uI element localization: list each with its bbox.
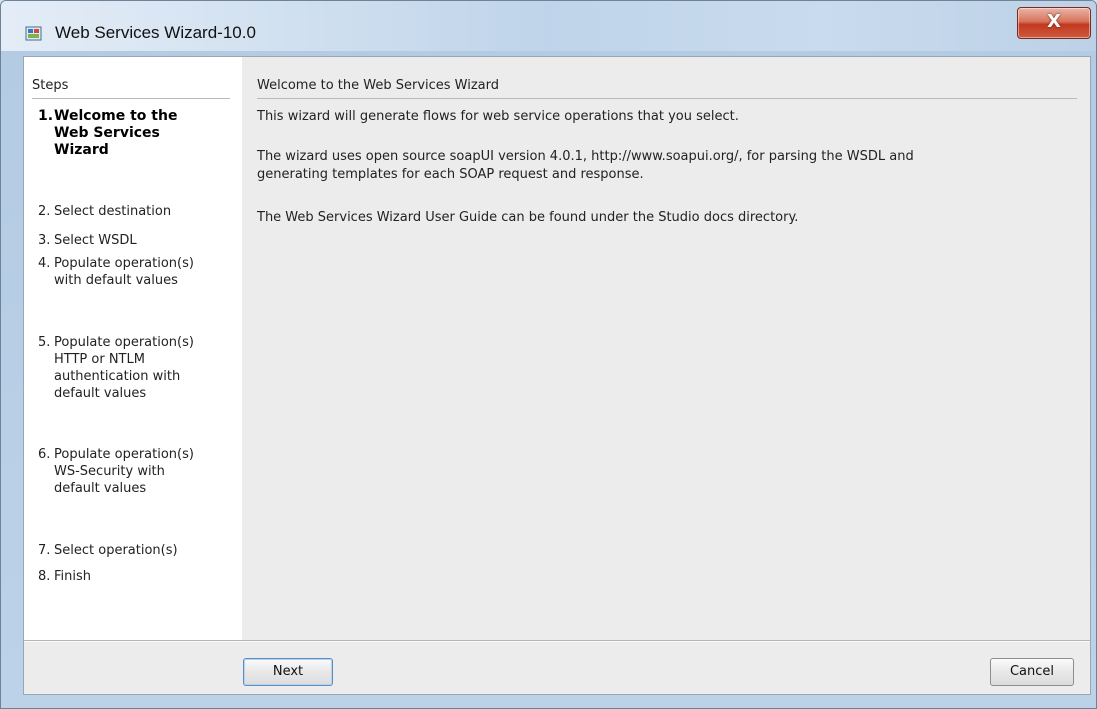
step-label: Welcome to the Web Services Wizard xyxy=(54,108,234,159)
step-label: Populate operation(s) WS-Security with def… xyxy=(54,446,234,497)
step-label-line: Finish xyxy=(54,569,92,584)
description-paragraph: The wizard uses open source soapUI versi… xyxy=(257,148,1057,184)
step-item: 8. Finish xyxy=(38,568,234,585)
description-paragraph: This wizard will generate flows for web … xyxy=(257,108,1057,126)
steps-divider xyxy=(32,98,230,99)
steps-panel: Steps 1. Welcome to the Web Services Wizard… xyxy=(24,57,242,640)
close-button[interactable]: X xyxy=(1017,7,1091,39)
close-icon: X xyxy=(1047,11,1061,32)
step-label-line: Wizard xyxy=(54,142,109,158)
step-number: 7. xyxy=(38,543,51,558)
step-item: 7. Select operation(s) xyxy=(38,542,234,559)
description-line: generating templates for each SOAP reque… xyxy=(257,167,644,182)
window-title: Web Services Wizard-10.0 xyxy=(55,23,256,42)
step-label: Select WSDL xyxy=(54,232,234,249)
step-label: Select destination xyxy=(54,203,234,220)
title-bar[interactable]: Web Services Wizard-10.0 X xyxy=(1,1,1096,51)
description-line: The wizard uses open source soapUI versi… xyxy=(257,149,914,164)
wizard-window: Web Services Wizard-10.0 X Steps 1. Welco… xyxy=(0,0,1097,709)
description-line: This wizard will generate flows for web … xyxy=(257,109,739,124)
step-label-line: Web Services xyxy=(54,125,160,141)
step-number: 2. xyxy=(38,204,51,219)
step-label-line: HTTP or NTLM xyxy=(54,352,145,367)
step-label-line: Populate operation(s) xyxy=(54,256,194,271)
step-item: 1. Welcome to the Web Services Wizard xyxy=(38,108,234,159)
step-item: 3. Select WSDL xyxy=(38,232,234,249)
step-label-line: default values xyxy=(54,386,147,401)
description-line: The Web Services Wizard User Guide can b… xyxy=(257,210,799,225)
app-icon xyxy=(25,26,42,41)
step-number: 3. xyxy=(38,233,51,248)
step-label-line: Select operation(s) xyxy=(54,543,178,558)
step-label-line: default values xyxy=(54,481,147,496)
step-item: 4. Populate operation(s) with default valu… xyxy=(38,255,234,289)
step-item: 6. Populate operation(s) WS-Security with d… xyxy=(38,446,234,497)
step-label-line: with default values xyxy=(54,273,178,288)
step-label: Populate operation(s) with default values xyxy=(54,255,234,289)
step-number: 5. xyxy=(38,335,51,350)
step-number: 4. xyxy=(38,256,51,271)
step-item: 5. Populate operation(s) HTTP or NTLM authe… xyxy=(38,334,234,402)
step-label-line: Populate operation(s) xyxy=(54,447,194,462)
step-label-line: authentication with xyxy=(54,369,181,384)
step-label: Finish xyxy=(54,568,234,585)
step-number: 1. xyxy=(38,108,54,124)
description-paragraph: The Web Services Wizard User Guide can b… xyxy=(257,209,1057,227)
step-label-line: Welcome to the xyxy=(54,108,178,124)
step-item: 2. Select destination xyxy=(38,203,234,220)
button-bar-divider-highlight xyxy=(24,641,1090,642)
step-number: 8. xyxy=(38,569,51,584)
title-divider xyxy=(257,98,1077,99)
step-number: 6. xyxy=(38,447,51,462)
next-button[interactable]: Next xyxy=(243,658,333,686)
step-label-line: Select destination xyxy=(54,204,172,219)
page-title: Welcome to the Web Services Wizard xyxy=(257,78,500,93)
step-label: Select operation(s) xyxy=(54,542,234,559)
step-label: Populate operation(s) HTTP or NTLM authent… xyxy=(54,334,234,402)
cancel-button[interactable]: Cancel xyxy=(990,658,1074,686)
step-label-line: Populate operation(s) xyxy=(54,335,194,350)
step-label-line: WS-Security with xyxy=(54,464,165,479)
steps-header: Steps xyxy=(32,78,69,93)
content-panel: Welcome to the Web Services Wizard This … xyxy=(243,57,1090,640)
wizard-body: Steps 1. Welcome to the Web Services Wizard… xyxy=(23,56,1091,695)
step-label-line: Select WSDL xyxy=(54,233,137,248)
